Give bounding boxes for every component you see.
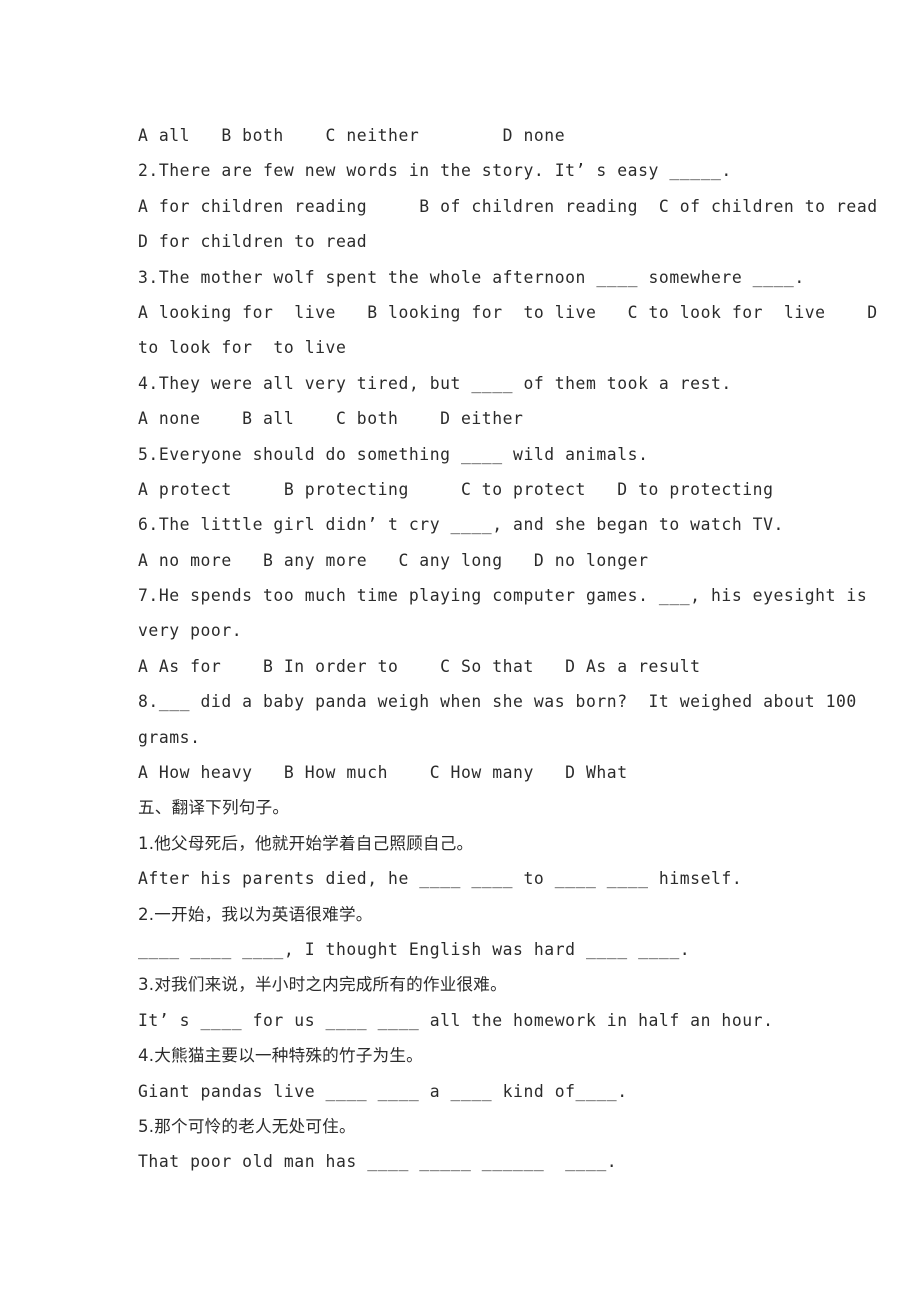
translation-prompt-1: 1.他父母死后，他就开始学着自己照顾自己。 xyxy=(138,833,474,853)
translation-answer-5: That poor old man has ____ _____ ______ … xyxy=(138,1152,618,1172)
question-line: very poor. xyxy=(138,621,243,641)
translation-answer-2: ____ ____ ____, I thought English was ha… xyxy=(138,939,691,959)
options-line: A all B both C neither D none xyxy=(138,126,566,145)
section-heading-translation: 五、翻译下列句子。 xyxy=(138,798,290,818)
question-line: 6.The little girl didn’ t cry ____, and … xyxy=(138,515,784,535)
translation-prompt-5: 5.那个可怜的老人无处可住。 xyxy=(138,1116,356,1136)
translation-answer-1: After his parents died, he ____ ____ to … xyxy=(138,869,743,889)
question-line: grams. xyxy=(138,727,201,747)
question-line: 8.___ did a baby panda weigh when she wa… xyxy=(138,692,857,712)
question-line: 3.The mother wolf spent the whole aftern… xyxy=(138,267,805,287)
options-line: A for children reading B of children rea… xyxy=(138,196,878,216)
translation-answer-4: Giant pandas live ____ ____ a ____ kind … xyxy=(138,1081,628,1101)
translation-prompt-3: 3.对我们来说，半小时之内完成所有的作业很难。 xyxy=(138,975,507,995)
options-line: A no more B any more C any long D no lon… xyxy=(138,550,649,570)
translation-prompt-4: 4.大熊猫主要以一种特殊的竹子为生。 xyxy=(138,1046,423,1066)
options-line: to look for to live xyxy=(138,338,347,358)
options-line: A looking for live B looking for to live… xyxy=(138,302,878,322)
options-line: D for children to read xyxy=(138,232,368,252)
document-page: A all B both C neither D none 2.There ar… xyxy=(0,0,920,1302)
translation-prompt-2: 2.一开始，我以为英语很难学。 xyxy=(138,904,373,924)
question-line: 5.Everyone should do something ____ wild… xyxy=(138,444,649,464)
options-line: A none B all C both D either xyxy=(138,409,524,429)
question-line: 7.He spends too much time playing comput… xyxy=(138,586,868,606)
worksheet-body: A all B both C neither D none 2.There ar… xyxy=(138,118,878,1180)
translation-answer-3: It’ s ____ for us ____ ____ all the home… xyxy=(138,1010,774,1030)
question-line: 4.They were all very tired, but ____ of … xyxy=(138,373,732,393)
question-line: 2.There are few new words in the story. … xyxy=(138,161,732,181)
options-line: A protect B protecting C to protect D to… xyxy=(138,479,774,499)
options-line: A How heavy B How much C How many D What xyxy=(138,763,628,783)
options-line: A As for B In order to C So that D As a … xyxy=(138,656,701,676)
